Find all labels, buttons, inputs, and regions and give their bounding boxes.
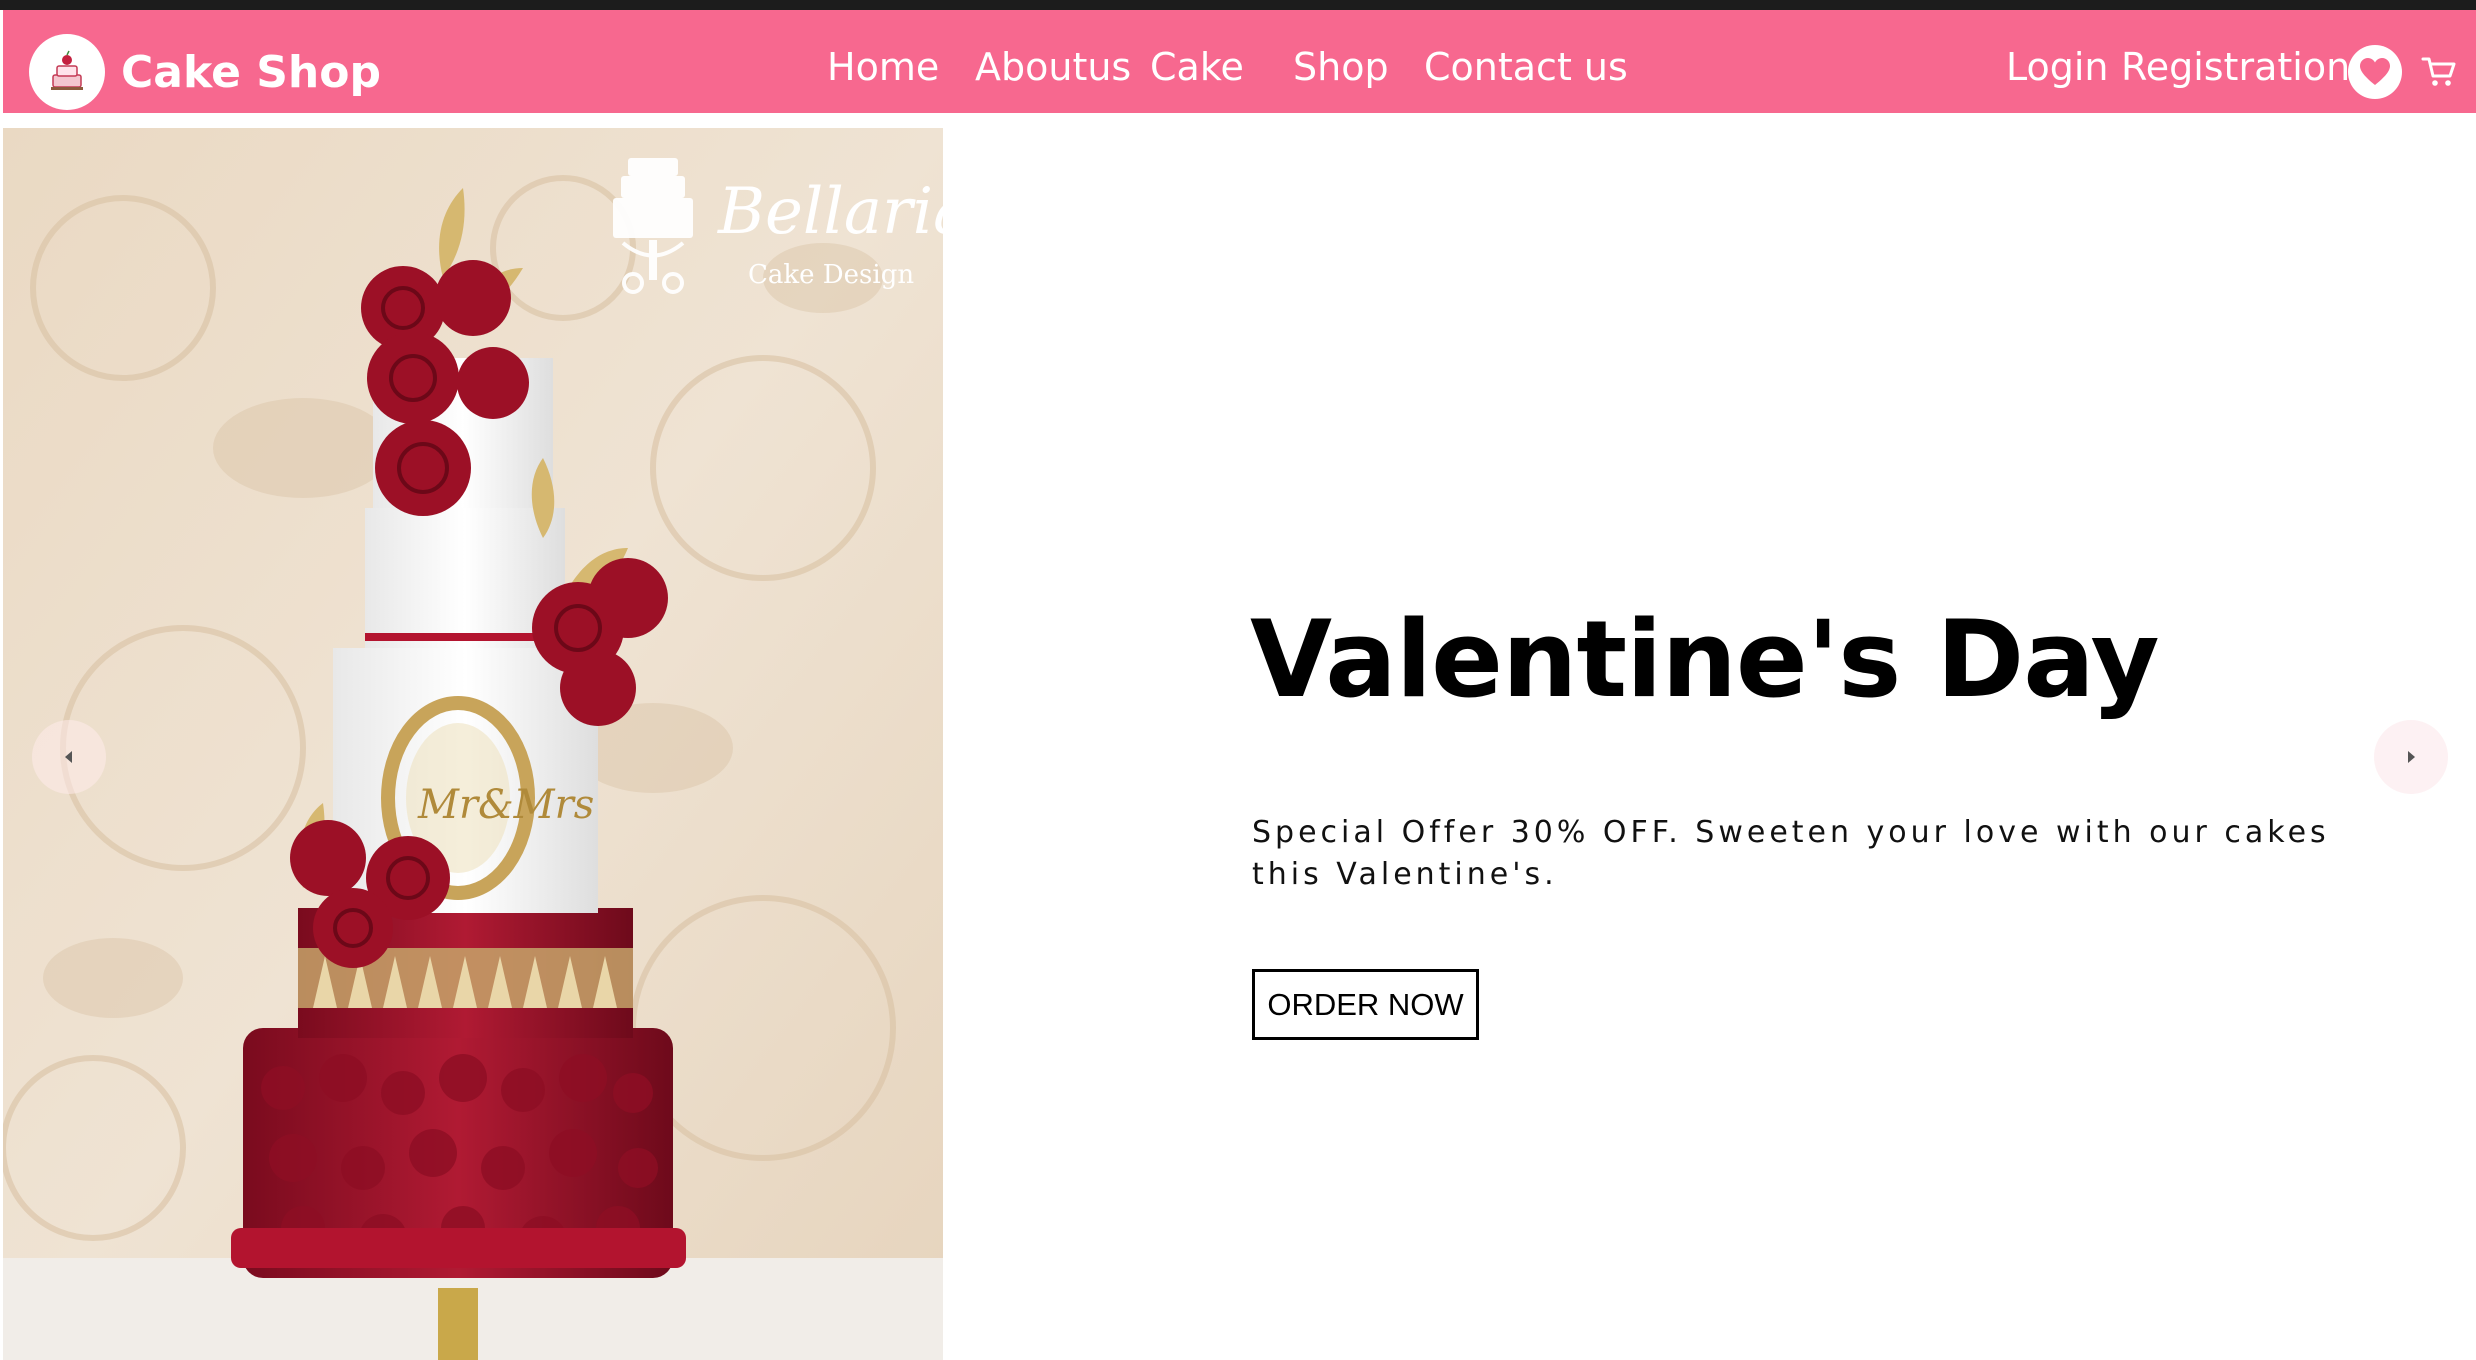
heart-icon[interactable] — [2348, 45, 2402, 99]
caret-left-icon — [65, 751, 72, 763]
nav-link-cake[interactable]: Cake — [1150, 45, 1244, 89]
nav-link-contact[interactable]: Contact us — [1424, 45, 1628, 89]
nav-link-aboutus[interactable]: Aboutus — [975, 45, 1131, 89]
hero-title: Valentine's Day — [1250, 598, 2160, 721]
cake-logo-icon — [29, 34, 105, 110]
order-now-button[interactable]: ORDER NOW — [1252, 969, 1479, 1040]
window-top-border — [0, 0, 2476, 10]
brand-name: Cake Shop — [121, 46, 381, 98]
nav-link-home[interactable]: Home — [827, 45, 939, 89]
hero-cake-image: Mr&Mrs Bellari Cake Design — [3, 128, 943, 1360]
nav-link-shop[interactable]: Shop — [1293, 45, 1389, 89]
svg-text:Mr&Mrs: Mr&Mrs — [417, 782, 594, 828]
cart-icon[interactable] — [2421, 56, 2457, 88]
carousel-next-button[interactable] — [2374, 720, 2448, 794]
watermark-subtitle: Cake Design — [748, 260, 914, 290]
brand[interactable]: Cake Shop — [29, 34, 381, 110]
caret-right-icon — [2408, 751, 2415, 763]
hero-offer-text: Special Offer 30% OFF. Sweeten your love… — [1252, 815, 2330, 892]
watermark-name: Bellaria — [717, 175, 943, 249]
nav-link-registration[interactable]: Registration — [2121, 45, 2350, 89]
navbar: Cake Shop Home Aboutus Cake Shop Contact… — [3, 10, 2476, 113]
nav-link-login[interactable]: Login — [2006, 45, 2109, 89]
carousel-prev-button[interactable] — [32, 720, 106, 794]
